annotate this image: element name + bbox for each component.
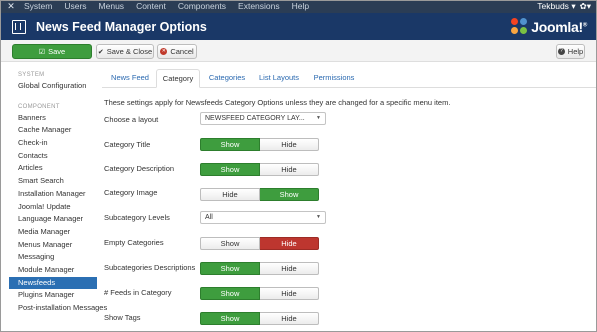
newsfeed-options-icon xyxy=(12,19,26,34)
sidebar-heading-component: COMPONENT xyxy=(18,103,60,110)
sidebar-item-plugins-manager[interactable]: Plugins Manager xyxy=(9,289,97,302)
joomla-logo-icon xyxy=(511,18,528,35)
empty-categories-label: Empty Categories xyxy=(104,238,164,247)
page-header: News Feed Manager Options Joomla!® xyxy=(0,13,597,40)
menu-system[interactable]: System xyxy=(18,0,58,13)
category-title-show-option[interactable]: Show xyxy=(200,138,260,151)
tab-category[interactable]: Category xyxy=(156,69,200,88)
category-title-hide-option[interactable]: Hide xyxy=(260,138,319,151)
sidebar-item-messaging[interactable]: Messaging xyxy=(9,251,97,264)
menu-help[interactable]: Help xyxy=(286,0,315,13)
menu-extensions[interactable]: Extensions xyxy=(232,0,286,13)
category-title-label: Category Title xyxy=(104,140,151,149)
help-label: Help xyxy=(567,47,584,56)
category-description-hide-option[interactable]: Hide xyxy=(260,163,319,176)
layout-select[interactable]: NEWSFEED CATEGORY LAY... ▼ xyxy=(200,112,326,125)
menu-content[interactable]: Content xyxy=(130,0,172,13)
top-menu-bar: ✕ System Users Menus Content Components … xyxy=(0,0,597,13)
feeds-in-category-label: # Feeds in Category xyxy=(104,288,172,297)
sidebar-item-menus-manager[interactable]: Menus Manager xyxy=(9,239,97,252)
toolbar: ☑ Save ✔ Save & Close ✕ Cancel ? Help xyxy=(0,40,597,62)
feeds-in-category-toggle: Show Hide xyxy=(200,287,319,300)
menu-menus[interactable]: Menus xyxy=(93,0,131,13)
sidebar-item-media-manager[interactable]: Media Manager xyxy=(9,226,97,239)
check-icon: ✔ xyxy=(97,48,104,56)
save-close-label: Save & Close xyxy=(106,47,153,56)
chevron-down-icon: ▼ xyxy=(316,115,321,121)
gear-icon[interactable]: ✿▾ xyxy=(580,1,591,12)
sidebar-item-global-configuration[interactable]: Global Configuration xyxy=(9,80,97,93)
show-tags-hide-option[interactable]: Hide xyxy=(260,312,319,325)
menu-users[interactable]: Users xyxy=(58,0,92,13)
category-image-show-option[interactable]: Show xyxy=(260,188,319,201)
category-description-show-option[interactable]: Show xyxy=(200,163,260,176)
show-tags-show-option[interactable]: Show xyxy=(200,312,260,325)
save-label: Save xyxy=(48,47,66,56)
show-tags-toggle: Show Hide xyxy=(200,312,319,325)
sidebar-item-smart-search[interactable]: Smart Search xyxy=(9,175,97,188)
chevron-down-icon: ▼ xyxy=(316,214,321,220)
sidebar-item-joomla-update[interactable]: Joomla! Update xyxy=(9,201,97,214)
cancel-label: Cancel xyxy=(170,47,194,56)
sidebar-item-post-installation-messages[interactable]: Post-installation Messages xyxy=(9,302,107,315)
sidebar-item-module-manager[interactable]: Module Manager xyxy=(9,264,97,277)
sidebar-item-contacts[interactable]: Contacts xyxy=(9,150,97,163)
help-button[interactable]: ? Help xyxy=(556,44,585,59)
logo-registered: ® xyxy=(582,21,587,28)
sidebar-item-banners[interactable]: Banners xyxy=(9,112,97,125)
cancel-button[interactable]: ✕ Cancel xyxy=(157,44,197,59)
layout-value: NEWSFEED CATEGORY LAY... xyxy=(205,115,305,122)
subcategories-descriptions-show-option[interactable]: Show xyxy=(200,262,260,275)
tab-news-feed[interactable]: News Feed xyxy=(104,69,156,88)
subcategory-levels-label: Subcategory Levels xyxy=(104,213,170,222)
options-tabs: News Feed Category Categories List Layou… xyxy=(102,69,597,88)
top-menu: System Users Menus Content Components Ex… xyxy=(18,0,315,13)
layout-label: Choose a layout xyxy=(104,115,159,124)
joomla-logo: Joomla!® xyxy=(511,18,587,35)
category-description-label: Category Description xyxy=(104,164,175,173)
sidebar-item-language-manager[interactable]: Language Manager xyxy=(9,213,97,226)
feeds-in-category-hide-option[interactable]: Hide xyxy=(260,287,319,300)
user-name: Tekbuds xyxy=(537,1,569,11)
sidebar-item-check-in[interactable]: Check-in xyxy=(9,137,97,150)
category-title-toggle: Show Hide xyxy=(200,138,319,151)
feeds-in-category-show-option[interactable]: Show xyxy=(200,287,260,300)
sidebar-item-newsfeeds[interactable]: Newsfeeds xyxy=(9,276,97,290)
save-button[interactable]: ☑ Save xyxy=(12,44,92,59)
joomla-logo-text: Joomla!® xyxy=(531,19,587,35)
user-caret: ▾ xyxy=(571,1,576,11)
logo-word: Joomla! xyxy=(531,18,583,35)
show-tags-label: Show Tags xyxy=(104,313,141,322)
subcategories-descriptions-label: Subcategories Descriptions xyxy=(104,263,196,272)
user-menu[interactable]: Tekbuds ▾ xyxy=(537,1,575,12)
subcategory-levels-value: All xyxy=(205,214,213,221)
tab-list-layouts[interactable]: List Layouts xyxy=(253,69,305,88)
tab-categories[interactable]: Categories xyxy=(202,69,252,88)
subcategories-descriptions-hide-option[interactable]: Hide xyxy=(260,262,319,275)
sidebar-item-installation-manager[interactable]: Installation Manager xyxy=(9,188,97,201)
save-close-button[interactable]: ✔ Save & Close xyxy=(96,44,154,59)
sidebar-item-cache-manager[interactable]: Cache Manager xyxy=(9,124,97,137)
subcategory-levels-select[interactable]: All ▼ xyxy=(200,211,326,224)
sidebar: SYSTEM Global Configuration COMPONENT Ba… xyxy=(9,70,107,315)
page-title: News Feed Manager Options xyxy=(36,19,207,34)
joomla-x-icon[interactable]: ✕ xyxy=(4,0,18,13)
category-image-label: Category Image xyxy=(104,188,158,197)
category-image-toggle: Hide Show xyxy=(200,188,319,201)
menu-components[interactable]: Components xyxy=(172,0,232,13)
save-icon: ☑ xyxy=(38,48,46,56)
tab-description: These settings apply for Newsfeeds Categ… xyxy=(104,98,451,107)
tab-permissions[interactable]: Permissions xyxy=(306,69,362,88)
sidebar-item-articles[interactable]: Articles xyxy=(9,162,97,175)
help-icon: ? xyxy=(557,48,565,55)
empty-categories-show-option[interactable]: Show xyxy=(200,237,260,250)
gear-caret: ▾ xyxy=(586,1,591,11)
subcategories-descriptions-toggle: Show Hide xyxy=(200,262,319,275)
empty-categories-hide-option[interactable]: Hide xyxy=(260,237,319,250)
cancel-icon: ✕ xyxy=(160,48,168,55)
empty-categories-toggle: Show Hide xyxy=(200,237,319,250)
sidebar-heading-system: SYSTEM xyxy=(18,72,45,78)
category-image-hide-option[interactable]: Hide xyxy=(200,188,260,201)
category-description-toggle: Show Hide xyxy=(200,163,319,176)
